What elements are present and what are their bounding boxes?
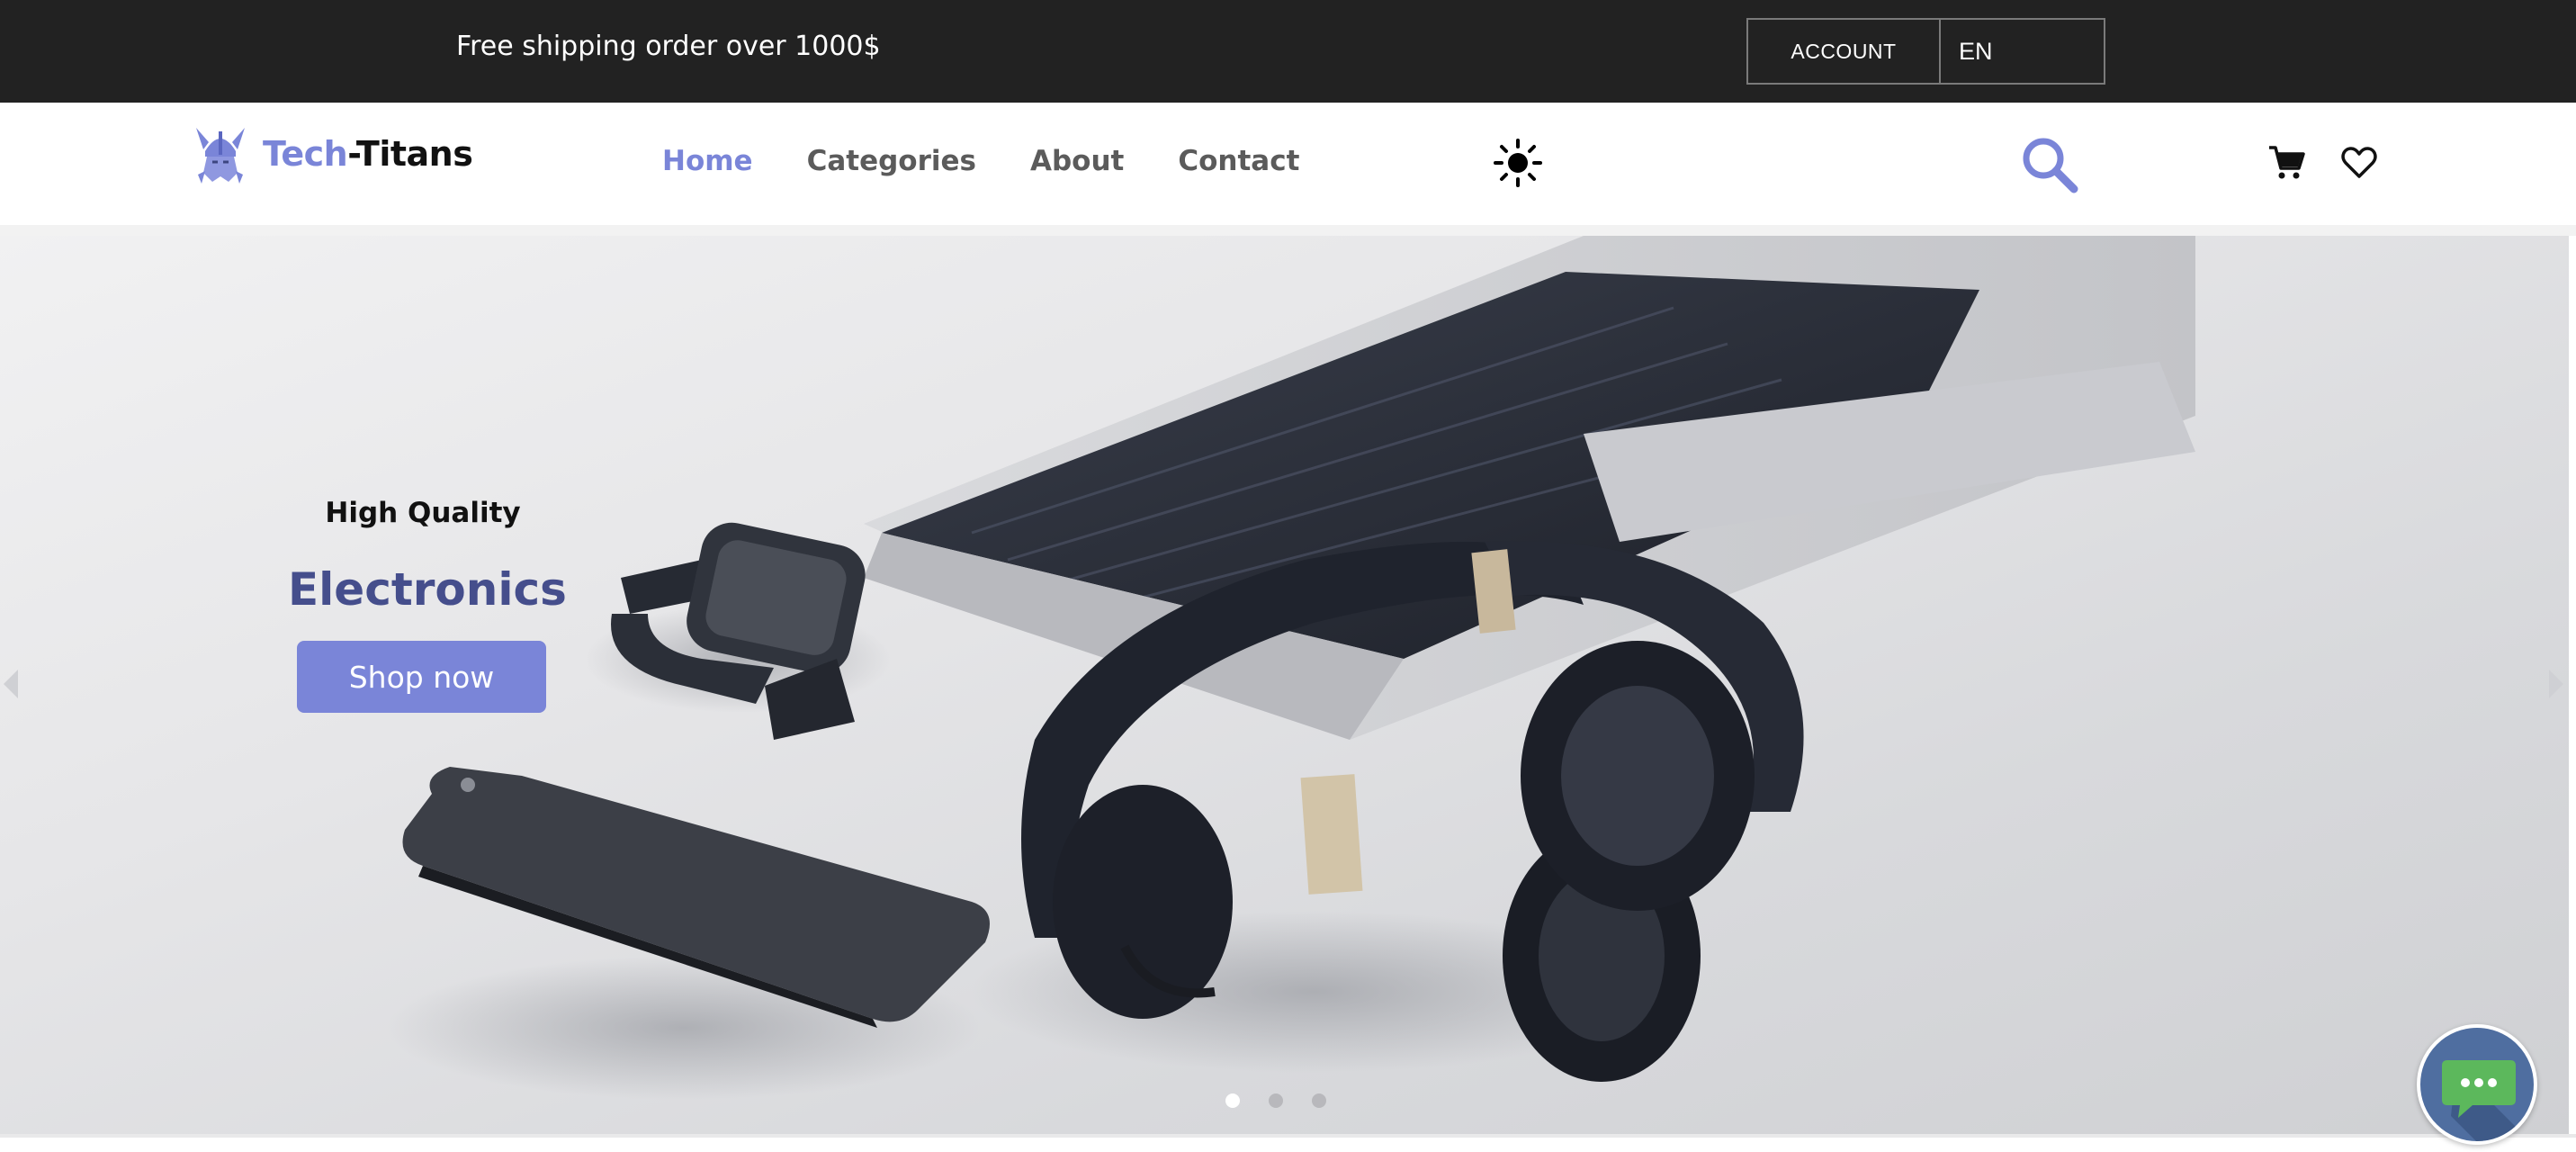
cart-icon[interactable]	[2267, 144, 2305, 182]
language-selector[interactable]: EN	[1941, 20, 2104, 83]
top-bar: Free shipping order over 1000$ ACCOUNT E…	[0, 0, 2576, 103]
hero-title: Electronics	[288, 563, 567, 616]
free-shipping-text: Free shipping order over 1000$	[456, 31, 881, 62]
nav-about[interactable]: About	[1030, 145, 1124, 177]
page-bottom-strip	[0, 1134, 2576, 1152]
nav-divider	[0, 225, 2576, 236]
account-language-group: ACCOUNT EN	[1746, 18, 2105, 85]
hero-carousel: High Quality Electronics Shop now	[0, 236, 2569, 1134]
carousel-dot-3[interactable]	[1312, 1094, 1326, 1108]
logo-link[interactable]: Tech-Titans	[193, 122, 473, 185]
carousel-indicators	[1225, 1094, 1326, 1108]
carousel-next-arrow[interactable]	[2549, 670, 2563, 698]
shop-now-button[interactable]: Shop now	[297, 641, 546, 713]
carousel-prev-arrow[interactable]	[4, 670, 18, 698]
carousel-dot-1[interactable]	[1225, 1094, 1240, 1108]
nav-home[interactable]: Home	[662, 145, 753, 177]
main-navbar: Tech-Titans Home Categories About Contac…	[0, 103, 2576, 225]
heart-icon[interactable]	[2341, 146, 2377, 180]
viking-helmet-icon	[196, 128, 245, 184]
nav-contact[interactable]: Contact	[1178, 145, 1299, 177]
search-icon[interactable]	[2020, 135, 2079, 194]
logo-text-tech: Tech	[263, 134, 348, 174]
account-button[interactable]: ACCOUNT	[1748, 20, 1941, 83]
carousel-dot-2[interactable]	[1269, 1094, 1283, 1108]
hero-subtitle: High Quality	[325, 497, 521, 529]
logo-text-titans: -Titans	[347, 134, 473, 174]
sun-icon[interactable]	[1494, 139, 1542, 187]
chat-widget-button[interactable]	[2417, 1024, 2537, 1145]
nav-categories[interactable]: Categories	[807, 145, 976, 177]
hero-caption: High Quality Electronics Shop now	[288, 497, 567, 713]
nav-links: Home Categories About Contact	[662, 145, 1299, 177]
